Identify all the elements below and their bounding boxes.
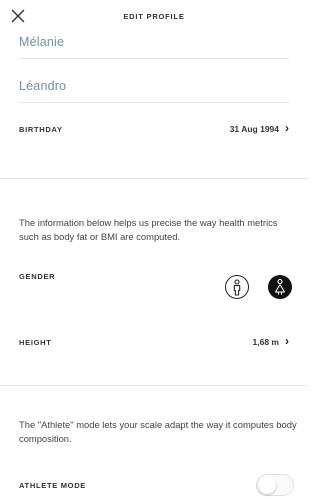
female-icon bbox=[274, 278, 286, 295]
birthday-label: BIRTHDAY bbox=[19, 124, 63, 134]
height-value-text: 1,68 m bbox=[252, 337, 279, 347]
section-divider bbox=[0, 178, 308, 179]
chevron-right-icon: › bbox=[285, 121, 289, 135]
chevron-right-icon: › bbox=[285, 334, 289, 348]
birthday-value: 31 Aug 1994 › bbox=[229, 121, 289, 135]
page-title: EDIT PROFILE bbox=[123, 12, 185, 21]
header: EDIT PROFILE bbox=[0, 0, 308, 34]
toggle-knob bbox=[258, 476, 276, 494]
athlete-mode-label: ATHLETE MODE bbox=[19, 480, 87, 490]
athlete-mode-toggle[interactable] bbox=[256, 474, 294, 496]
athlete-mode-row: ATHLETE MODE bbox=[19, 475, 289, 495]
height-label: HEIGHT bbox=[19, 337, 52, 347]
athlete-info-text: The "Athlete" mode lets your scale adapt… bbox=[19, 419, 297, 444]
gender-male-button[interactable] bbox=[225, 275, 249, 299]
first-name-underline bbox=[19, 58, 289, 59]
birthday-value-text: 31 Aug 1994 bbox=[229, 124, 279, 134]
gender-label: GENDER bbox=[19, 271, 56, 281]
height-value: 1,68 m › bbox=[252, 334, 289, 348]
height-row[interactable]: HEIGHT 1,68 m › bbox=[19, 332, 289, 352]
last-name-field[interactable]: Léandro bbox=[19, 79, 289, 93]
first-name-field[interactable]: Mélanie bbox=[19, 35, 289, 49]
last-name-underline bbox=[19, 102, 289, 103]
gender-female-button[interactable] bbox=[268, 275, 292, 299]
section-divider bbox=[0, 385, 308, 386]
birthday-row[interactable]: BIRTHDAY 31 Aug 1994 › bbox=[19, 119, 289, 139]
male-icon bbox=[233, 279, 241, 296]
metrics-info-text: The information below helps us precise t… bbox=[19, 217, 278, 242]
